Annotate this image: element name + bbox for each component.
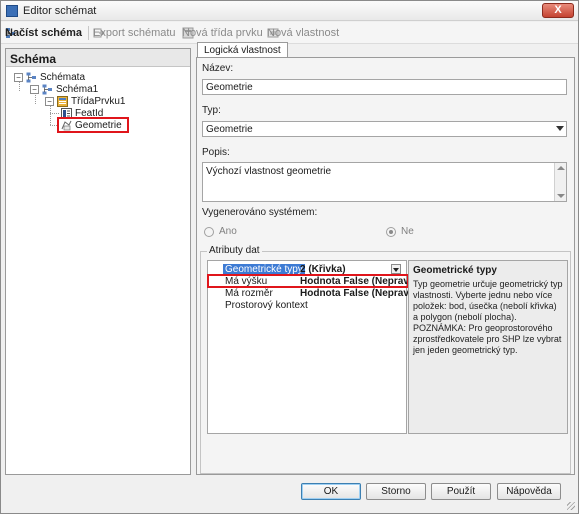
property-row-has-m[interactable]: Má rozměr Hodnota False (Nepravda) xyxy=(208,288,424,299)
collapse-toggle[interactable]: − xyxy=(14,72,23,82)
tab-content: Název: Geometrie Typ: Geometrie Popis: V… xyxy=(196,57,575,475)
load-schema-button[interactable]: Načíst schéma xyxy=(5,25,82,41)
tree-item-feature-class[interactable]: − TřídaPrvku1 xyxy=(45,95,125,107)
schema-icon xyxy=(42,84,52,94)
load-schema-label: Načíst schéma xyxy=(5,27,83,39)
title-bar: Editor schémat X xyxy=(1,1,578,21)
window-title: Editor schémat xyxy=(23,5,97,17)
new-property-label: Nová vlastnost xyxy=(267,27,340,39)
schema-tree-panel: Schéma − Schémata − Schéma1 − TřídaPrvku… xyxy=(5,48,191,475)
property-panel: Logická vlastnost Název: Geometrie Typ: … xyxy=(196,42,575,475)
info-title: Geometrické typy xyxy=(413,265,497,276)
tree-connector xyxy=(50,105,51,125)
tree-label: TřídaPrvku1 xyxy=(71,95,126,107)
collapse-toggle[interactable]: − xyxy=(30,84,39,94)
tree-item-schemas[interactable]: − Schémata xyxy=(14,71,85,83)
new-feature-class-label: Nová třída prvku xyxy=(182,27,263,39)
radio-yes-circle[interactable] xyxy=(204,226,214,237)
property-name: Má rozměr xyxy=(225,288,273,299)
schema-editor-window: Editor schémat X Načíst schéma Export sc… xyxy=(0,0,579,514)
description-label: Popis: xyxy=(202,147,230,158)
radio-no-circle[interactable] xyxy=(386,226,396,237)
type-label: Typ: xyxy=(202,105,221,116)
info-text: Typ geometrie určuje geometrický typ vla… xyxy=(413,279,563,355)
type-select-value: Geometrie xyxy=(206,124,253,135)
radio-no[interactable]: Ne xyxy=(386,226,414,237)
radio-yes[interactable]: Ano xyxy=(204,226,237,237)
collapse-toggle[interactable]: − xyxy=(45,96,54,106)
help-button[interactable]: Nápověda xyxy=(497,483,561,500)
type-select[interactable]: Geometrie xyxy=(202,121,567,137)
export-schema-label: Export schématu xyxy=(93,27,176,39)
description-scrollbar[interactable] xyxy=(554,163,566,201)
property-row-spatial-context[interactable]: Prostorový kontext xyxy=(208,300,406,311)
name-input[interactable]: Geometrie xyxy=(202,79,567,95)
radio-no-label: Ne xyxy=(401,226,414,237)
data-attributes-title: Atributy dat xyxy=(207,245,262,256)
scroll-up-icon[interactable] xyxy=(557,166,565,170)
chevron-down-icon[interactable] xyxy=(391,264,401,274)
toolbar-separator xyxy=(88,26,89,40)
tree-label: Schéma1 xyxy=(56,83,99,95)
toolbar: Načíst schéma Export schématu Nová třída… xyxy=(1,22,578,44)
property-info-box: Geometrické typy Typ geometrie určuje ge… xyxy=(408,260,568,434)
highlight-box xyxy=(57,117,129,133)
radio-yes-label: Ano xyxy=(219,226,237,237)
cancel-button[interactable]: Storno xyxy=(366,483,426,500)
app-icon xyxy=(6,5,18,17)
tree-connector xyxy=(50,113,59,114)
dialog-buttons: OK Storno Použít Nápověda xyxy=(1,478,578,513)
tree-item-schema1[interactable]: − Schéma1 xyxy=(30,83,98,95)
name-label: Název: xyxy=(202,63,234,74)
generated-label: Vygenerováno systémem: xyxy=(202,207,318,218)
apply-button[interactable]: Použít xyxy=(431,483,491,500)
feature-class-icon xyxy=(57,95,68,107)
data-attributes-group: Atributy dat Geometrické typy 2 (Křivka)… xyxy=(200,245,571,474)
property-value: Hodnota False (Nepravda) xyxy=(300,288,424,299)
schemas-icon xyxy=(26,72,36,82)
resize-grip[interactable] xyxy=(567,502,575,510)
new-property-button[interactable]: Nová vlastnost xyxy=(267,25,339,41)
property-name: Prostorový kontext xyxy=(225,300,308,311)
schema-panel-header: Schéma xyxy=(6,49,190,67)
tree-label: Schémata xyxy=(40,71,86,83)
scroll-down-icon[interactable] xyxy=(557,194,565,198)
description-text: Výchozí vlastnost geometrie xyxy=(206,166,332,177)
tab-logical-property[interactable]: Logická vlastnost xyxy=(197,42,288,58)
close-button[interactable]: X xyxy=(542,3,574,18)
ok-button[interactable]: OK xyxy=(301,483,361,500)
new-feature-class-button[interactable]: Nová třída prvku xyxy=(182,25,263,41)
highlight-box xyxy=(207,274,409,288)
export-schema-button[interactable]: Export schématu xyxy=(93,25,176,41)
chevron-down-icon xyxy=(556,126,564,131)
description-textarea[interactable]: Výchozí vlastnost geometrie xyxy=(202,162,567,202)
